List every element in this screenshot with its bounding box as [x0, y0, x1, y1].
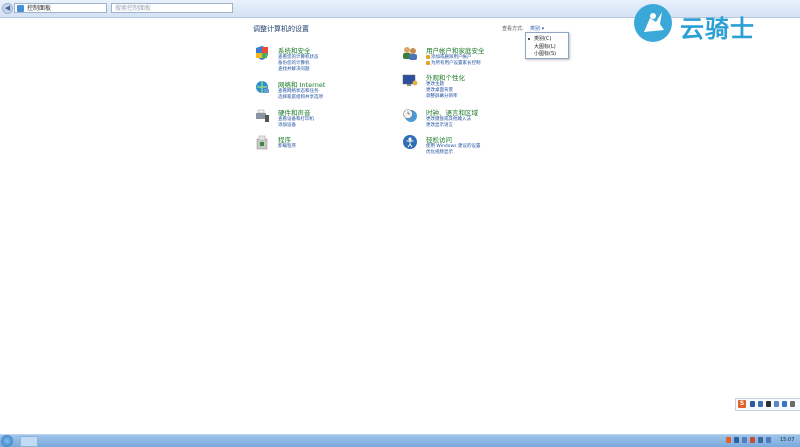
- menu-item-small-icons[interactable]: 小图标(S): [534, 50, 556, 57]
- volume-tray-icon[interactable]: [766, 437, 771, 443]
- program-box-icon: [254, 134, 270, 150]
- keyboard-tray-icon[interactable]: [734, 437, 739, 443]
- moon-icon[interactable]: [766, 401, 771, 407]
- view-menu: 类别(C) 大图标(L) 小图标(S): [525, 32, 569, 59]
- taskbar-window-button[interactable]: [20, 436, 38, 447]
- start-button-icon[interactable]: [1, 435, 13, 447]
- clock-globe-icon: [402, 107, 418, 123]
- monitor-paint-icon: [402, 72, 418, 88]
- logo-text: 云骑士: [680, 15, 755, 43]
- page-title: 调整计算机的设置: [253, 25, 309, 33]
- address-path: 控制面板: [27, 5, 52, 12]
- category-link[interactable]: 选择家庭组和共享选项: [278, 94, 323, 100]
- selected-dot-icon: [528, 38, 530, 40]
- users-icon: [402, 45, 418, 61]
- taskbar: 15:07: [0, 434, 800, 447]
- category-link[interactable]: 查找并解决问题: [278, 66, 310, 72]
- punctuation-icon[interactable]: [758, 401, 763, 407]
- yunqishi-logo: 云骑士: [630, 2, 790, 44]
- microphone-icon[interactable]: [782, 401, 787, 407]
- uac-shield-icon: [426, 54, 430, 59]
- keyboard-icon[interactable]: [774, 401, 779, 407]
- address-field[interactable]: 控制面板: [14, 3, 107, 13]
- view-by-dropdown[interactable]: 类别 ▾: [530, 25, 544, 32]
- category-link[interactable]: 更改显示语言: [426, 122, 453, 128]
- uac-shield-icon: [426, 60, 430, 65]
- toolbox-icon[interactable]: [790, 401, 795, 407]
- network-tray-icon[interactable]: [758, 437, 763, 443]
- ease-of-access-icon: [402, 134, 418, 150]
- category-link[interactable]: 为所有用户设置家长控制: [426, 60, 481, 66]
- globe-network-icon: [254, 79, 270, 95]
- sogou-ime-icon[interactable]: S: [738, 400, 746, 408]
- shield-flag-icon: [254, 45, 270, 61]
- flag-tray-icon[interactable]: [742, 437, 747, 443]
- knight-logo-icon: [634, 4, 672, 42]
- control-panel-icon: [17, 5, 24, 12]
- security-tray-icon[interactable]: [750, 437, 755, 443]
- taskbar-clock[interactable]: 15:07: [780, 437, 794, 443]
- sogou-tray-icon[interactable]: [726, 437, 731, 443]
- search-input[interactable]: 搜索控制面板: [111, 3, 233, 13]
- view-by-label: 查看方式:: [502, 26, 524, 32]
- category-link[interactable]: 调整屏幕分辨率: [426, 93, 458, 99]
- printer-speaker-icon: [254, 107, 270, 123]
- ime-toolbar: S: [735, 398, 800, 411]
- category-link[interactable]: 优化视频显示: [426, 149, 453, 155]
- category-link[interactable]: 卸载程序: [278, 143, 296, 149]
- menu-item-category[interactable]: 类别(C): [534, 35, 551, 42]
- menu-item-large-icons[interactable]: 大图标(L): [534, 43, 556, 50]
- chinese-mode-icon[interactable]: [750, 401, 755, 407]
- category-link[interactable]: 添加设备: [278, 122, 296, 128]
- search-placeholder: 搜索控制面板: [115, 5, 152, 12]
